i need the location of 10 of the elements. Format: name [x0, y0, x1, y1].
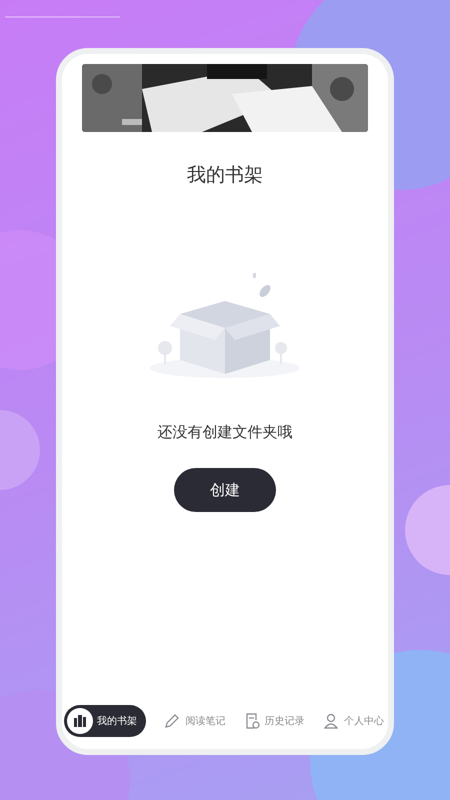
create-button[interactable]: 创建 [174, 468, 276, 512]
tab[interactable]: 个人中心 [322, 705, 384, 737]
page-title: 我的书架 [187, 163, 263, 188]
tab[interactable]: 阅读笔记 [163, 705, 226, 737]
tab[interactable]: 我的书架 [64, 705, 146, 737]
tab[interactable]: 历史记录 [242, 705, 305, 737]
empty-message: 还没有创建文件夹哦 [158, 423, 292, 442]
person-icon [322, 712, 340, 730]
pencil-icon [163, 712, 182, 730]
bookshelf-icon [71, 712, 89, 730]
